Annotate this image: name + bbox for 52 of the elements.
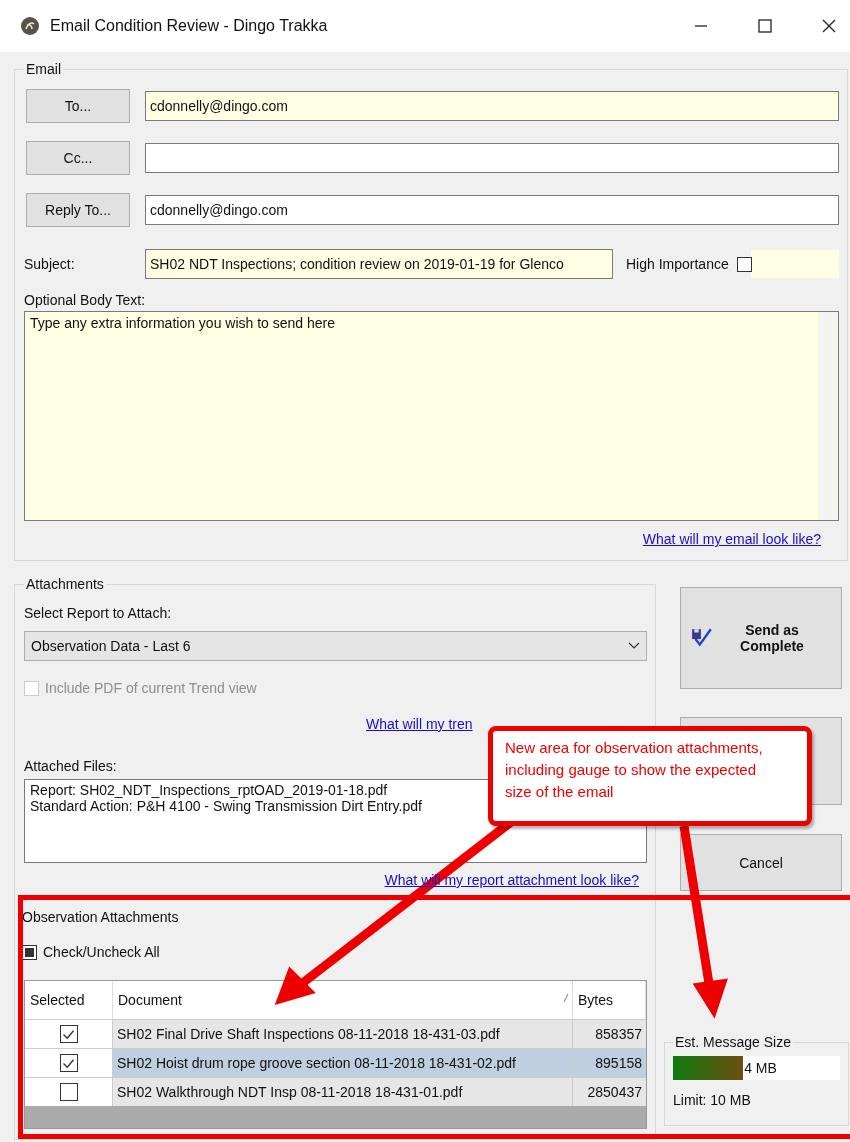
row-checkbox[interactable] (59, 1083, 78, 1101)
check-all-label: Check/Uncheck All (43, 944, 160, 960)
scrollbar[interactable] (818, 312, 838, 520)
attached-files-label: Attached Files: (24, 758, 117, 774)
select-report-label: Select Report to Attach: (24, 605, 173, 621)
table-cell: SH02 Final Drive Shaft Inspections 08-11-2018 18-431-03.pdf (113, 1020, 573, 1048)
window-title: Email Condition Review - Dingo Trakka (50, 17, 328, 35)
table-row[interactable]: SH02 Hoist drum rope groove section 08-11-2018 18-431-02.pdf 895158 (25, 1048, 646, 1077)
annotation-callout-tooltip: New area for observation attachments, including gauge to show the expected size of the email (488, 726, 812, 826)
table-cell: 895158 (573, 1049, 646, 1077)
caret-icon (628, 642, 640, 650)
row-checkbox[interactable] (59, 1025, 78, 1043)
email-preview-link[interactable]: What will my email look like? (642, 531, 821, 547)
column-header[interactable]: Selected (25, 981, 113, 1019)
group-legend: Email (24, 61, 63, 77)
table-cell: 2850437 (573, 1078, 646, 1106)
recipient-field[interactable]: cdonnelly@dingo.com (145, 195, 839, 225)
body-label: Optional Body Text: (24, 292, 147, 308)
trend-pdf-label: Include PDF of current Trend view (45, 680, 257, 696)
send-complete-button[interactable]: Send as Complete (680, 587, 842, 689)
close-icon[interactable] (822, 19, 836, 33)
group-legend: Est. Message Size (673, 1034, 793, 1050)
gauge-reading: 4 MB (744, 1060, 777, 1076)
cancel-button[interactable]: Cancel (680, 834, 842, 891)
subject-label: Subject: (24, 256, 76, 272)
report-dropdown[interactable]: Observation Data - Last 6 (24, 631, 647, 661)
recipient-field[interactable]: cdonnelly@dingo.com (145, 91, 839, 121)
body-text-area[interactable]: Type any extra information you wish to send here (24, 311, 839, 521)
table-row[interactable]: SH02 Walkthrough NDT Insp 08-11-2018 18-431-01.pdf 2850437 (25, 1077, 646, 1106)
group-legend: Attachments (24, 576, 106, 592)
recipient-button[interactable]: Reply To... (26, 193, 130, 227)
table-cell: SH02 Hoist drum rope groove section 08-11-2018 18-431-02.pdf (113, 1049, 573, 1077)
sort-icon (563, 993, 569, 1003)
row-checkbox[interactable] (59, 1054, 78, 1072)
high-importance-label: High Importance (626, 256, 729, 272)
maximize-icon[interactable] (758, 19, 772, 33)
recipient-field[interactable] (145, 143, 839, 173)
recipient-button[interactable]: To... (26, 89, 130, 123)
subject-field[interactable]: SH02 NDT Inspections; condition review on 2019-01-19 for Glenco (145, 249, 613, 279)
attached-file: Standard Action: P&H 4100 - Swing Transmission Dirt Entry.pdf (30, 798, 422, 814)
attached-file: Report: SH02_NDT_Inspections_rptOAD_2019-01-18.pdf (30, 782, 388, 798)
observation-attachments-label: Observation Attachments (22, 909, 180, 925)
trend-preview-link[interactable]: What will my tren (366, 716, 473, 732)
size-limit-label: Limit: 10 MB (673, 1092, 752, 1108)
high-importance-checkbox[interactable] (736, 256, 752, 272)
table-cell: SH02 Walkthrough NDT Insp 08-11-2018 18-431-01.pdf (113, 1078, 573, 1106)
column-header[interactable]: Bytes (573, 981, 646, 1019)
app-logo-icon (20, 16, 40, 36)
document-check-icon (691, 627, 713, 649)
recipient-button[interactable]: Cc... (26, 141, 130, 175)
table-row[interactable]: SH02 Final Drive Shaft Inspections 08-11-2018 18-431-03.pdf 858357 (25, 1019, 646, 1048)
table-cell: 858357 (573, 1020, 646, 1048)
